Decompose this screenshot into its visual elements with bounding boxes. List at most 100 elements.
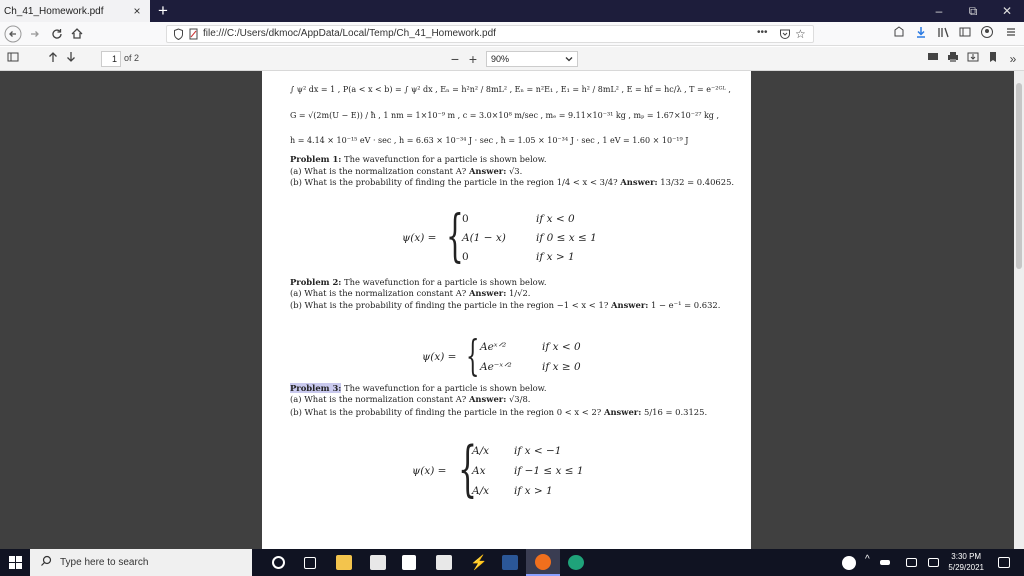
chevron-up-icon[interactable]: ^	[865, 554, 870, 565]
dropbox-icon[interactable]	[402, 555, 416, 570]
problem-2-answer-a: 1/√2.	[508, 288, 531, 298]
problem-2-statement: Problem 2: The wavefunction for a partic…	[290, 277, 547, 287]
pdf-toolbar: 1 of 2 − + 90% »	[0, 47, 1024, 71]
library-icon[interactable]	[934, 25, 952, 43]
word-icon[interactable]	[502, 555, 518, 570]
navigation-bar: file:///C:/Users/dkmoc/AppData/Local/Tem…	[0, 22, 1024, 46]
print-icon[interactable]	[944, 50, 962, 68]
problem-2-case-2: Ae⁻ˣᐟ²	[480, 361, 512, 373]
problem-1-answer-b-label: Answer:	[620, 177, 658, 187]
problem-1-cond-3: if x > 1	[536, 251, 575, 263]
problem-3-answer-b: 5/16 = 0.3125.	[644, 407, 708, 417]
problem-2-answer-b-label: Answer:	[610, 300, 649, 310]
problem-1-case-2: A(1 − x)	[462, 232, 506, 244]
tools-menu-icon[interactable]: »	[1004, 50, 1022, 68]
problem-1-answer-a-label: Answer:	[468, 166, 507, 176]
help-icon[interactable]	[842, 556, 856, 570]
monitor-icon[interactable]	[906, 558, 917, 567]
tab-active[interactable]: Ch_41_Homework.pdf ×	[0, 0, 150, 22]
new-tab-button[interactable]: +	[152, 0, 174, 22]
problem-1-statement: Problem 1: The wavefunction for a partic…	[290, 154, 547, 164]
problem-2-title: Problem 2:	[290, 277, 342, 287]
pocket-icon[interactable]	[779, 28, 791, 43]
problem-2-case-1: Aeˣᐟ²	[480, 341, 507, 353]
cortana-icon[interactable]	[272, 556, 285, 569]
problem-1-text: The wavefunction for a particle is shown…	[344, 154, 547, 164]
previous-page-icon[interactable]	[44, 50, 62, 68]
zoom-select[interactable]: 90%	[486, 51, 578, 67]
problem-3-text: The wavefunction for a particle is shown…	[344, 383, 547, 393]
problem-3-answer-a-label: Answer:	[468, 394, 507, 404]
store-icon[interactable]	[370, 555, 386, 570]
close-window-button[interactable]: ✕	[990, 0, 1024, 22]
problem-1-question-b: (b) What is the probability of finding t…	[290, 177, 618, 187]
problem-2-cond-2: if x ≥ 0	[542, 361, 581, 373]
problem-2-answer-b: 1 − e⁻¹ = 0.632.	[651, 300, 721, 310]
forward-arrow-icon[interactable]	[26, 25, 44, 43]
bookmark-star-icon[interactable]: ☆	[795, 27, 806, 41]
problem-3-statement: Problem 3: The wavefunction for a partic…	[290, 383, 547, 393]
edge-icon[interactable]	[568, 555, 584, 570]
system-clock[interactable]: 3:30 PM 5/29/2021	[948, 551, 984, 573]
problem-2-question-a: (a) What is the normalization constant A…	[290, 288, 467, 298]
firefox-taskbar-button[interactable]	[526, 549, 560, 576]
problem-2-cond-1: if x < 0	[542, 341, 581, 353]
vertical-scrollbar[interactable]	[1014, 71, 1024, 549]
problem-2-question-b: (b) What is the probability of finding t…	[290, 300, 609, 310]
mail-icon[interactable]	[436, 555, 452, 570]
next-page-icon[interactable]	[62, 50, 80, 68]
reload-icon[interactable]	[48, 25, 66, 43]
page-count: of 2	[124, 53, 140, 63]
problem-1-answer-b: 13/32 = 0.40625.	[660, 177, 735, 187]
problem-2-part-a: (a) What is the normalization constant A…	[290, 288, 530, 298]
zoom-out-button[interactable]: −	[446, 50, 464, 68]
problem-3-answer-a: √3/8.	[508, 394, 531, 404]
chevron-down-icon	[565, 52, 573, 70]
notification-icon[interactable]	[998, 557, 1010, 568]
problem-3-case-1: A/x	[472, 445, 490, 457]
problem-3-cond-3: if x > 1	[514, 485, 553, 497]
presentation-mode-icon[interactable]	[924, 50, 942, 68]
home-icon[interactable]	[68, 25, 86, 43]
problem-3-question-a: (a) What is the normalization constant A…	[290, 394, 467, 404]
downloads-icon[interactable]	[912, 25, 930, 43]
cloud-icon[interactable]	[880, 560, 890, 565]
bookmark-icon[interactable]	[984, 50, 1002, 68]
minimize-button[interactable]: –	[922, 0, 956, 22]
toggle-sidebar-icon[interactable]	[4, 50, 22, 68]
problem-2-eq-lhs: ψ(x) =	[422, 351, 457, 363]
formula-line-2: G = √(2m(U − E)) / ħ , 1 nm = 1×10⁻⁹ m ,…	[290, 111, 719, 120]
task-view-icon[interactable]	[304, 557, 316, 569]
windows-start-icon[interactable]	[9, 556, 22, 572]
zoom-in-button[interactable]: +	[464, 50, 482, 68]
zoom-value: 90%	[491, 54, 510, 64]
pdf-viewer: ∫ ψ² dx = 1 , P(a < x < b) = ∫ ψ² dx , E…	[0, 71, 1024, 549]
shield-icon[interactable]	[173, 28, 184, 43]
sidebar-icon[interactable]	[956, 25, 974, 43]
page-actions-button[interactable]: •••	[757, 27, 768, 38]
problem-1-case-1: 0	[462, 213, 469, 225]
restore-button[interactable]: ⧉	[956, 0, 990, 22]
input-icon[interactable]	[928, 558, 939, 567]
problem-3-cond-1: if x < −1	[514, 445, 562, 457]
extension-icon[interactable]	[890, 25, 908, 43]
url-bar[interactable]: file:///C:/Users/dkmoc/AppData/Local/Tem…	[166, 25, 814, 43]
problem-1-title: Problem 1:	[290, 154, 342, 164]
file-explorer-icon[interactable]	[336, 555, 352, 570]
page-number-input[interactable]: 1	[101, 51, 121, 67]
problem-2-part-b: (b) What is the probability of finding t…	[290, 300, 720, 310]
taskbar-search-box[interactable]: Type here to search	[30, 549, 252, 576]
problem-1-case-3: 0	[462, 251, 469, 263]
back-arrow-icon[interactable]	[4, 25, 22, 43]
lightning-app-icon[interactable]: ⚡	[470, 555, 487, 570]
firefox-icon	[535, 554, 551, 570]
menu-icon[interactable]	[1002, 25, 1020, 43]
scrollbar-thumb[interactable]	[1016, 83, 1022, 269]
pdf-page: ∫ ψ² dx = 1 , P(a < x < b) = ∫ ψ² dx , E…	[262, 71, 751, 549]
save-icon[interactable]	[964, 50, 982, 68]
problem-1-part-a: (a) What is the normalization constant A…	[290, 166, 522, 176]
url-text[interactable]: file:///C:/Users/dkmoc/AppData/Local/Tem…	[203, 28, 496, 39]
account-icon[interactable]	[978, 25, 996, 43]
tab-close-icon[interactable]: ×	[130, 4, 144, 18]
formula-line-3: h = 4.14 × 10⁻¹⁵ eV · sec , h = 6.63 × 1…	[290, 136, 689, 145]
